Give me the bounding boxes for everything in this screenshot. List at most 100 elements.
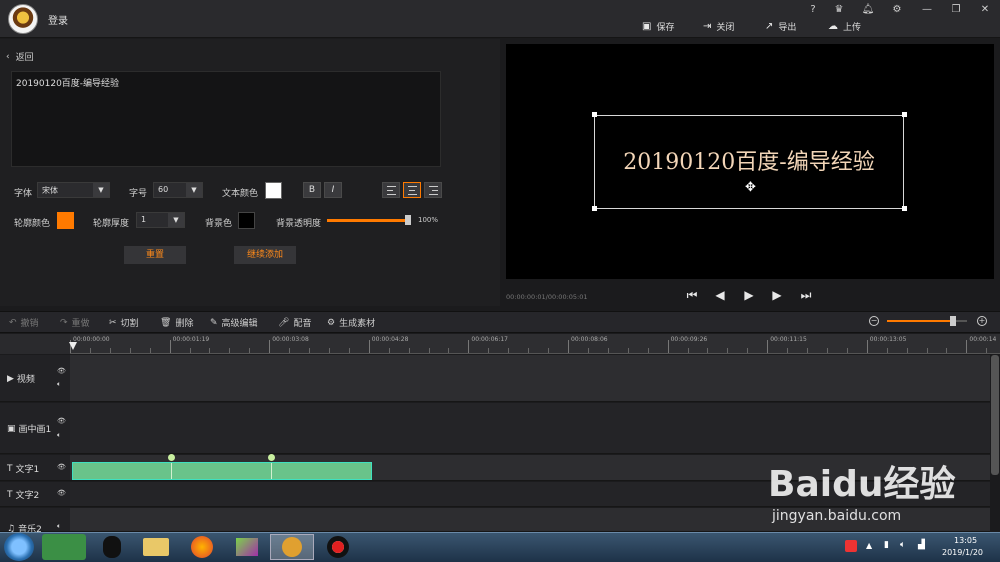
- ruler-minor-tick: [787, 348, 789, 353]
- reset-button[interactable]: 重置: [124, 246, 186, 264]
- bg-opacity-value: 100%: [418, 216, 439, 224]
- bg-opacity-handle[interactable]: [405, 215, 411, 225]
- ruler-minor-tick: [528, 348, 530, 353]
- start-button-icon[interactable]: [4, 533, 34, 561]
- text-color-swatch[interactable]: [265, 182, 282, 199]
- clock-date[interactable]: 2019/1/20: [942, 548, 983, 557]
- minimize-icon[interactable]: —: [920, 3, 934, 17]
- pip-icon: ▣: [7, 423, 16, 434]
- text-clip[interactable]: [72, 462, 372, 480]
- ruler-minor-tick: [727, 348, 729, 353]
- undo-label: 撤销: [20, 319, 39, 329]
- notification-icon[interactable]: 🔔︎: [861, 3, 875, 17]
- undo-button[interactable]: ↶ 撤销: [9, 316, 39, 330]
- taskbar-player-icon[interactable]: [225, 534, 269, 560]
- ruler-minor-tick: [986, 348, 988, 353]
- bg-opacity-slider[interactable]: [327, 219, 410, 222]
- zoom-in-icon[interactable]: +: [977, 316, 987, 326]
- resize-handle[interactable]: [592, 112, 597, 117]
- ruler-minor-tick: [826, 348, 828, 353]
- ruler-minor-tick: [886, 348, 888, 353]
- login-link[interactable]: 登录: [48, 12, 68, 27]
- ruler-tick: [767, 340, 769, 353]
- eye-icon[interactable]: 👁︎: [57, 463, 66, 471]
- clock-time[interactable]: 13:05: [954, 536, 977, 545]
- restore-icon[interactable]: ❐: [949, 3, 963, 17]
- step-forward-icon[interactable]: ▶: [770, 288, 784, 302]
- sogou-input-icon[interactable]: [845, 540, 857, 552]
- vip-icon[interactable]: ♛: [832, 3, 846, 17]
- tray-device-icon[interactable]: ▮: [884, 540, 889, 550]
- volume-icon[interactable]: 🔈︎: [900, 540, 905, 550]
- close-label: 关闭: [716, 22, 735, 33]
- outline-thickness-select[interactable]: 1 ▼: [136, 212, 185, 228]
- continue-add-button[interactable]: 继续添加: [234, 246, 296, 264]
- zoom-slider-handle[interactable]: [949, 316, 956, 326]
- align-center-button[interactable]: [403, 182, 421, 198]
- speaker-icon[interactable]: 🔈︎: [57, 380, 61, 389]
- font-label: 字体: [14, 189, 33, 199]
- generate-button[interactable]: ⚙ 生成素材: [327, 316, 375, 330]
- align-right-button[interactable]: [424, 182, 442, 198]
- speaker-icon[interactable]: 🔈︎: [57, 431, 61, 440]
- taskbar-explorer-icon[interactable]: [134, 534, 178, 560]
- taskbar-recorder-icon[interactable]: [316, 534, 360, 560]
- export-label: 导出: [778, 22, 797, 33]
- ruler-tick-label: 00:00:13:05: [869, 336, 907, 343]
- align-left-button[interactable]: [382, 182, 400, 198]
- upload-button[interactable]: ☁ 上传: [828, 18, 861, 34]
- save-button[interactable]: ▣ 保存: [642, 18, 674, 34]
- outline-color-swatch[interactable]: [57, 212, 74, 229]
- outline-color-label: 轮廓颜色: [14, 219, 51, 229]
- resize-handle[interactable]: [592, 206, 597, 211]
- help-icon[interactable]: ?: [806, 3, 820, 17]
- close-button[interactable]: ⇥ 关闭: [703, 18, 734, 34]
- zoom-out-icon[interactable]: −: [869, 316, 879, 326]
- bold-button[interactable]: B: [303, 182, 321, 198]
- track-pip[interactable]: [70, 403, 990, 454]
- taskbar-video-editor-icon[interactable]: [270, 534, 314, 560]
- size-select[interactable]: 60 ▼: [153, 182, 203, 198]
- ruler-minor-tick: [488, 348, 490, 353]
- skip-to-start-icon[interactable]: ⏮: [685, 288, 699, 302]
- taskbar-firefox-icon[interactable]: [180, 534, 224, 560]
- italic-button[interactable]: I: [324, 182, 342, 198]
- eye-icon[interactable]: 👁︎: [57, 417, 66, 425]
- delete-button[interactable]: 🗑︎ 删除: [160, 316, 193, 330]
- outline-thickness-label: 轮廓厚度: [93, 219, 130, 229]
- step-back-icon[interactable]: ◀: [713, 288, 727, 302]
- speaker-icon[interactable]: 🔈︎: [57, 522, 61, 531]
- resize-handle[interactable]: [902, 206, 907, 211]
- redo-button[interactable]: ↷ 重做: [60, 316, 90, 330]
- track-name: ▶ 视频: [7, 373, 35, 386]
- eye-icon[interactable]: 👁︎: [57, 489, 66, 497]
- keyframe-dot[interactable]: [168, 454, 175, 461]
- playhead-icon[interactable]: [69, 342, 77, 350]
- taskbar-app-360-icon[interactable]: [42, 534, 86, 560]
- ruler-minor-tick: [548, 348, 550, 353]
- ruler-minor-tick: [189, 348, 191, 353]
- text-input[interactable]: 20190120百度-编导经验: [11, 71, 441, 167]
- close-window-icon[interactable]: ✕: [978, 3, 992, 17]
- dub-button[interactable]: 🎤︎ 配音: [278, 316, 311, 330]
- timeline-scrollbar[interactable]: [991, 355, 999, 475]
- keyframe-dot[interactable]: [268, 454, 275, 461]
- export-button[interactable]: ↗ 导出: [765, 18, 796, 34]
- network-icon[interactable]: ▟: [918, 540, 925, 550]
- settings-icon[interactable]: ⚙: [890, 3, 904, 17]
- ruler-minor-tick: [328, 348, 330, 353]
- advanced-edit-button[interactable]: ✎ 高级编辑: [210, 316, 258, 330]
- back-button[interactable]: ‹ 返回: [6, 50, 34, 64]
- bg-color-swatch[interactable]: [238, 212, 255, 229]
- taskbar-qq-icon[interactable]: [90, 534, 134, 560]
- resize-handle[interactable]: [902, 112, 907, 117]
- skip-to-end-icon[interactable]: ⏭: [799, 288, 813, 302]
- track-video[interactable]: [70, 355, 990, 402]
- track-header-pip: ▣ 画中画1 👁︎ 🔈︎: [0, 403, 70, 454]
- play-icon[interactable]: ▶: [742, 288, 756, 302]
- eye-icon[interactable]: 👁︎: [57, 367, 66, 375]
- tray-expand-icon[interactable]: ▲: [866, 541, 872, 550]
- ruler-minor-tick: [289, 348, 291, 353]
- cut-button[interactable]: ✂ 切割: [109, 316, 139, 330]
- font-select[interactable]: 宋体 ▼: [37, 182, 110, 198]
